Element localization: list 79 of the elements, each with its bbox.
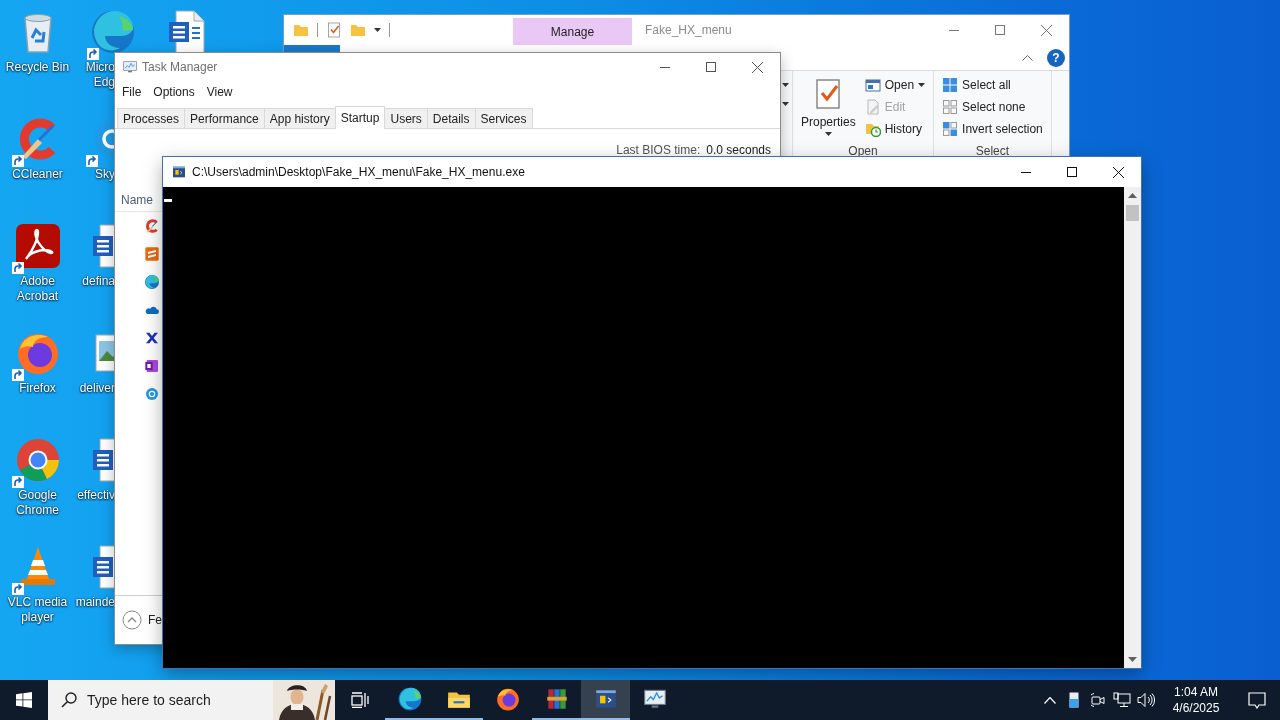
window-title: C:\Users\admin\Desktop\Fake_HX_menu\Fake_HX_menu.exe xyxy=(192,165,526,179)
caret-icon[interactable] xyxy=(781,102,789,106)
help-button[interactable]: ? xyxy=(1047,49,1065,67)
menu-item[interactable]: View xyxy=(200,82,239,102)
search-bar[interactable]: Type here to search xyxy=(48,680,335,720)
task-view-icon xyxy=(351,692,369,708)
grid-icon xyxy=(942,99,959,115)
network-icon xyxy=(1113,692,1131,708)
caret-icon xyxy=(824,132,832,136)
checklist-icon[interactable] xyxy=(326,22,342,38)
terminal-icon xyxy=(171,164,187,180)
ribbon-button[interactable]: History xyxy=(862,118,928,140)
pdf-app-icon xyxy=(13,222,62,270)
up-arrow-icon xyxy=(1128,193,1137,198)
battery-icon xyxy=(1069,692,1079,708)
chat-app-icon xyxy=(144,386,160,402)
browser-icon xyxy=(144,274,160,290)
ribbon-button[interactable]: Select all xyxy=(940,74,1045,96)
tab[interactable]: Users xyxy=(384,108,428,128)
window-icon xyxy=(864,77,881,93)
ribbon-tab[interactable]: Manage xyxy=(513,18,632,45)
bios-time-label: Last BIOS time: xyxy=(616,143,701,157)
group-label: Select xyxy=(974,144,1011,160)
tab[interactable]: Performance xyxy=(184,108,265,128)
tab[interactable]: App history xyxy=(263,108,336,128)
folder-clock-icon xyxy=(864,121,881,137)
grid-icon xyxy=(942,77,959,93)
menu-item[interactable]: Options xyxy=(147,82,201,102)
menu-item[interactable]: File xyxy=(116,82,148,102)
cleaner-icon xyxy=(144,218,160,234)
close-icon xyxy=(751,61,763,73)
fewer-details-button[interactable]: Fe xyxy=(122,610,162,630)
window-title: Fake_HX_menu xyxy=(644,23,733,37)
tab[interactable]: Services xyxy=(474,108,533,128)
app-icon xyxy=(144,330,160,346)
grid-icon xyxy=(942,121,959,137)
scrollbar[interactable] xyxy=(1124,187,1141,668)
monitor-chart-icon xyxy=(122,59,138,75)
minimize-icon xyxy=(660,66,670,68)
ribbon-button[interactable]: Select none xyxy=(940,96,1045,118)
chevron-circle-icon xyxy=(122,610,142,630)
bios-time-value: 0.0 seconds xyxy=(706,143,771,157)
clock-button[interactable]: 1:04 AM 4/6/2025 xyxy=(1158,680,1234,720)
editor-app-icon xyxy=(144,246,160,262)
scrollbar-thumb[interactable] xyxy=(1126,205,1139,221)
browser-icon xyxy=(494,686,521,712)
close-icon xyxy=(1040,24,1052,36)
properties-button[interactable]: Properties xyxy=(799,74,858,144)
close-icon xyxy=(1112,166,1124,178)
browser-icon xyxy=(396,686,423,712)
volume-icon xyxy=(1137,692,1155,708)
maximize-icon xyxy=(995,25,1005,35)
search-field[interactable]: Type here to search xyxy=(87,692,273,708)
tab[interactable]: Processes xyxy=(117,108,186,128)
maximize-icon xyxy=(1067,167,1077,177)
column-header[interactable]: Name xyxy=(121,193,153,207)
minimize-icon xyxy=(1021,171,1031,173)
speech-bubble-icon xyxy=(1248,691,1266,709)
pencil-page-icon xyxy=(864,99,881,115)
chevron-up-icon xyxy=(1044,696,1056,704)
group-label: Open xyxy=(847,144,879,160)
ribbon-button[interactable]: Open xyxy=(862,74,928,96)
maximize-icon xyxy=(706,62,716,72)
notebook-icon xyxy=(144,358,160,374)
camera-icon xyxy=(1090,693,1106,707)
caret-icon[interactable] xyxy=(781,83,789,87)
chevron-up-icon xyxy=(1022,55,1033,61)
tab[interactable]: Startup xyxy=(334,106,386,129)
taskbar-app-button[interactable] xyxy=(581,680,630,720)
search-icon xyxy=(61,692,77,708)
window-title: Task Manager xyxy=(142,60,219,74)
ribbon-button[interactable]: Invert selection xyxy=(940,118,1045,140)
windows-logo-icon xyxy=(16,692,32,708)
caret-icon[interactable] xyxy=(374,28,381,32)
tab[interactable]: Details xyxy=(426,108,476,128)
ribbon-collapse-button[interactable] xyxy=(1022,55,1033,61)
caret-icon xyxy=(918,83,926,87)
down-arrow-icon xyxy=(1128,657,1137,662)
minimize-icon xyxy=(949,29,959,31)
